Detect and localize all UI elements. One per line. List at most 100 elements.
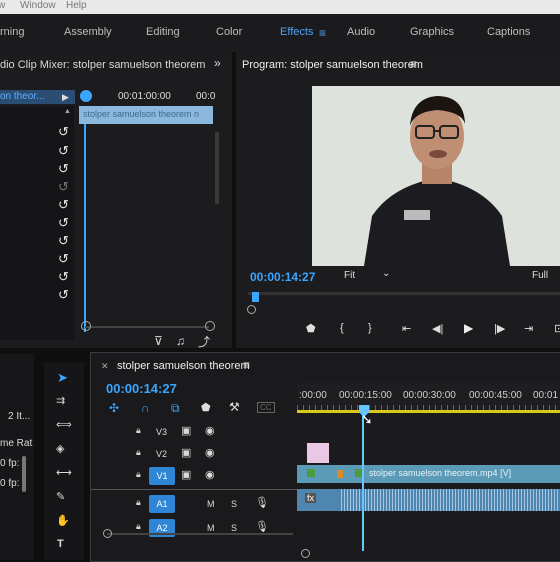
work-area-bar[interactable] — [297, 410, 560, 413]
step-forward-icon[interactable]: |▶ — [494, 322, 505, 335]
undo-icon-10[interactable]: ↺ — [58, 287, 69, 303]
lock-icon[interactable]: 🔒︎ — [136, 521, 141, 532]
mute-button[interactable]: M — [207, 499, 215, 509]
undo-icon-2[interactable]: ↺ — [58, 143, 69, 159]
undo-icon-8[interactable]: ↺ — [58, 251, 69, 267]
tab-audio[interactable]: Audio — [347, 26, 375, 38]
microphone-icon[interactable]: 🎙︎ — [255, 520, 269, 533]
lock-icon[interactable]: 🔒︎ — [136, 447, 141, 458]
playhead-marker-icon[interactable] — [80, 90, 92, 102]
timeline-title[interactable]: stolper samuelson theorem — [117, 360, 250, 372]
timeline-zoom-handle-icon[interactable] — [301, 549, 310, 558]
type-tool-icon[interactable]: T — [57, 538, 64, 550]
lift-icon[interactable]: ⊡ — [554, 322, 560, 335]
solo-button[interactable]: S — [231, 523, 237, 533]
play-icon[interactable]: ▶ — [464, 321, 473, 335]
program-timecode[interactable]: 00:00:14:27 — [250, 270, 315, 284]
timeline-timecode[interactable]: 00:00:14:27 — [106, 381, 177, 396]
snap-icon[interactable]: ∩ — [141, 401, 150, 415]
scroll-handle-right-icon[interactable] — [205, 321, 215, 331]
add-marker-icon[interactable]: ⬟ — [201, 401, 211, 414]
program-scrubber[interactable] — [248, 292, 560, 295]
lock-icon[interactable]: 🔒︎ — [136, 469, 141, 480]
film-icon[interactable]: ▣ — [181, 468, 191, 481]
selection-tool-icon[interactable]: ➤ — [57, 370, 68, 386]
track-v2-label[interactable]: V2 — [156, 449, 167, 459]
play-triangle-icon[interactable]: ▶ — [62, 92, 69, 103]
source-scrollbar[interactable] — [85, 326, 209, 328]
razor-icon[interactable]: ◈ — [56, 442, 64, 455]
tab-assembly[interactable]: Assembly — [64, 26, 112, 38]
marker-icon[interactable]: ⬟ — [306, 322, 316, 335]
tab-captions[interactable]: Captions — [487, 26, 530, 38]
go-to-out-icon[interactable]: ⇥ — [524, 322, 533, 335]
track-v3-label[interactable]: V3 — [156, 427, 167, 437]
program-playhead-icon[interactable] — [252, 292, 259, 302]
undo-icon-3[interactable]: ↺ — [58, 161, 69, 177]
tab-graphics[interactable]: Graphics — [410, 26, 454, 38]
mute-button[interactable]: M — [207, 523, 215, 533]
track-area[interactable]: stolper samuelson theorem.mp4 [V] fx — [297, 415, 560, 551]
close-icon[interactable]: ✕ — [101, 361, 109, 372]
microphone-icon[interactable]: 🎙︎ — [255, 496, 269, 509]
film-icon[interactable]: ▣ — [181, 424, 191, 437]
lock-icon[interactable]: 🔒︎ — [136, 425, 141, 436]
track-a1-target[interactable]: A1 — [149, 495, 175, 513]
project-scrollbar[interactable] — [22, 456, 26, 492]
audio-clip[interactable]: fx — [297, 489, 560, 511]
undo-icon-5[interactable]: ↺ — [58, 197, 69, 213]
nest-icon[interactable]: ✣ — [109, 401, 119, 415]
chevron-down-icon[interactable]: ⌄ — [382, 268, 390, 279]
lock-icon[interactable]: 🔒︎ — [136, 497, 141, 508]
scroll-up-icon[interactable]: ▲ — [64, 108, 71, 115]
eye-icon[interactable]: ◉ — [205, 446, 215, 459]
wrench-icon[interactable]: ⚒ — [229, 400, 240, 414]
time-ruler[interactable]: :00:00 00:00:15:00 00:00:30:00 00:00:45:… — [297, 383, 560, 413]
captions-icon[interactable]: CC — [257, 402, 275, 413]
export-icon[interactable]: ⤴ — [198, 333, 210, 350]
slip-icon[interactable]: ⟷ — [56, 466, 72, 479]
filter-icon[interactable]: ⊽ — [154, 334, 163, 348]
step-back-icon[interactable]: ◀| — [432, 322, 443, 335]
eye-icon[interactable]: ◉ — [205, 424, 215, 437]
hand-icon[interactable]: ✋ — [56, 514, 70, 527]
linked-selection-icon[interactable]: ⧉ — [171, 401, 180, 416]
undo-icon-9[interactable]: ↺ — [58, 269, 69, 285]
menu-window[interactable]: Window — [20, 0, 56, 11]
export-frame-icon[interactable]: ♫ — [176, 334, 185, 348]
tab-editing[interactable]: Editing — [146, 26, 180, 38]
solo-button[interactable]: S — [231, 499, 237, 509]
video-clip[interactable]: stolper samuelson theorem.mp4 [V] — [297, 465, 560, 483]
film-icon[interactable]: ▣ — [181, 446, 191, 459]
mark-out-icon[interactable]: } — [368, 322, 372, 334]
graphic-clip[interactable] — [307, 443, 329, 463]
scroll-handle-icon[interactable] — [103, 529, 112, 538]
mark-in-icon[interactable]: { — [340, 322, 344, 334]
menu-window-partial[interactable]: w — [0, 0, 5, 11]
quality-select[interactable]: Full — [532, 270, 548, 281]
undo-icon-1[interactable]: ↺ — [58, 124, 69, 140]
scroll-handle-left-icon[interactable] — [81, 321, 91, 331]
undo-icon-6[interactable]: ↺ — [58, 215, 69, 231]
timeline-playhead[interactable] — [362, 415, 364, 551]
undo-icon-4[interactable]: ↺ — [58, 179, 69, 195]
track-v1-target[interactable]: V1 — [149, 467, 175, 485]
hamburger-icon[interactable]: ≡ — [319, 26, 326, 40]
double-chevron-right-icon[interactable]: » — [214, 56, 221, 70]
scrollbar[interactable] — [215, 132, 219, 204]
tab-learning[interactable]: rning — [0, 26, 24, 38]
pen-icon[interactable]: ✎ — [56, 490, 65, 503]
header-scrollbar[interactable] — [107, 533, 293, 535]
zoom-handle-icon[interactable] — [247, 305, 256, 314]
eye-icon[interactable]: ◉ — [205, 468, 215, 481]
undo-icon-7[interactable]: ↺ — [58, 233, 69, 249]
go-to-in-icon[interactable]: ⇤ — [402, 322, 411, 335]
panel-menu-icon[interactable]: ≡ — [243, 358, 250, 372]
track-select-icon[interactable]: ⇉ — [56, 394, 65, 407]
tab-color[interactable]: Color — [216, 26, 242, 38]
ripple-edit-icon[interactable]: ⟺ — [56, 418, 72, 431]
panel-menu-icon[interactable]: ≡ — [410, 57, 417, 71]
zoom-select[interactable]: Fit — [344, 270, 355, 281]
tab-effects[interactable]: Effects — [280, 26, 313, 38]
menu-help[interactable]: Help — [66, 0, 87, 11]
